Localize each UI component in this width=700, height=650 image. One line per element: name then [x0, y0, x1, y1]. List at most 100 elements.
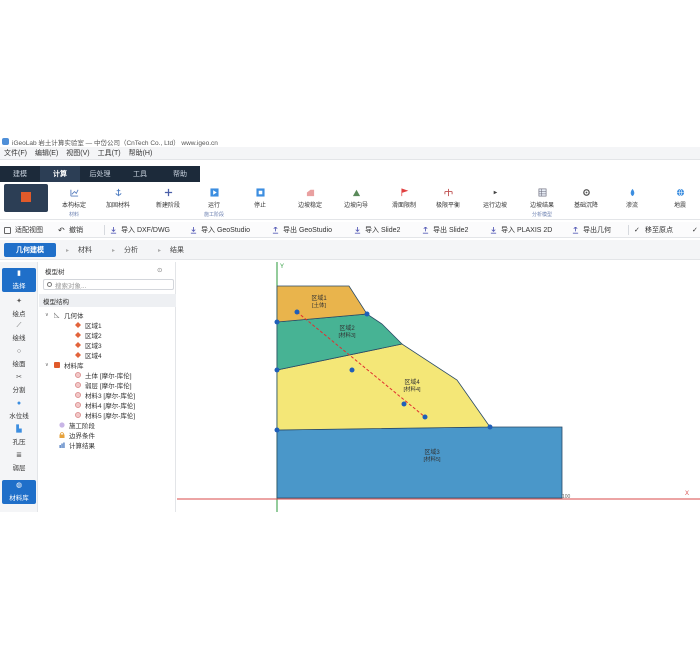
tree-node-material[interactable]: 材料3 [摩尔-库伦] — [75, 390, 135, 400]
import-dxf-button[interactable]: 导入 DXF/DWG — [104, 222, 170, 238]
limit-equilibrium-button[interactable]: 极限平衡 — [430, 185, 466, 219]
point-icon: ✦ — [16, 298, 22, 305]
select-icon: ▮ — [17, 270, 21, 277]
tree-node-results[interactable]: 计算结果 — [59, 440, 95, 450]
tool-weak-layer[interactable]: ≣ 弱层 — [2, 450, 36, 474]
tab-compute[interactable]: 计算 — [40, 166, 80, 182]
tool-water-line[interactable]: ● 水位线 — [2, 398, 36, 422]
reinforce-material-label: 加固材料 — [105, 203, 130, 209]
tree-node-region[interactable]: 区域1 — [75, 320, 102, 330]
slope-wizard-button[interactable]: 边坡向导 — [338, 185, 374, 219]
tool-pore-pressure[interactable]: ▙ 孔压 — [2, 424, 36, 448]
seepage-button[interactable]: 渗流 — [616, 185, 648, 219]
vertex-point[interactable] — [274, 427, 280, 433]
run-stage-button[interactable]: 运行 施工阶段 — [196, 185, 232, 219]
step-result[interactable]: ▸ 结果 — [158, 243, 184, 257]
step-arrow-icon: ▸ — [66, 247, 70, 254]
tab-help[interactable]: 帮助 — [160, 166, 200, 182]
tree-node-region[interactable]: 区域2 — [75, 330, 102, 340]
move-to-origin-label: 移至原点 — [645, 227, 673, 234]
import-geostudio-button[interactable]: 导入 GeoStudio — [190, 222, 250, 238]
tool-select[interactable]: ▮ 选择 — [2, 268, 36, 292]
step-analysis-label: 分析 — [124, 247, 138, 254]
calibrate-button[interactable]: 本构标定 材料 — [56, 185, 92, 219]
export-geometry-label: 导出几何 — [583, 227, 611, 234]
tool-split[interactable]: ✂ 分割 — [2, 372, 36, 396]
vertex-point[interactable] — [401, 401, 407, 407]
vertex-point[interactable] — [274, 319, 280, 325]
import-slide2-button[interactable]: 导入 Slide2 — [354, 222, 400, 238]
new-stage-button[interactable]: 新建阶段 — [150, 185, 186, 219]
app-logo-icon — [2, 138, 9, 145]
tool-draw-point[interactable]: ✦ 绘点 — [2, 296, 36, 320]
fit-view-button[interactable]: 适配视图 — [4, 222, 43, 238]
tool-weak-layer-label: 弱层 — [12, 465, 26, 472]
import-plaxis-button[interactable]: 导入 PLAXIS 2D — [490, 222, 552, 238]
vertex-point[interactable] — [349, 367, 355, 373]
run-slope-button[interactable]: 运行边坡 — [476, 185, 514, 219]
import-plaxis-label: 导入 PLAXIS 2D — [501, 227, 553, 234]
chart-icon — [69, 189, 79, 197]
slope-result-button[interactable]: 边坡结果 分析模型 — [522, 185, 562, 219]
tree-node-material[interactable]: 材料4 [摩尔-库伦] — [75, 400, 135, 410]
tree-label: 边界条件 — [69, 433, 95, 440]
tool-material-library[interactable]: ◍ 材料库 — [2, 480, 36, 504]
tree-node-region[interactable]: 区域4 — [75, 350, 102, 360]
move-to-origin-button[interactable]: ✓ 移至原点 — [628, 222, 673, 238]
region-2-name: 区域2 — [339, 324, 355, 332]
tool-draw-line[interactable]: ⟋ 绘线 — [2, 320, 36, 344]
palette-icon — [75, 402, 81, 408]
tree-search-input[interactable]: 搜索对象... — [43, 279, 174, 290]
tab-tools[interactable]: 工具 — [120, 166, 160, 182]
slip-limit-button[interactable]: 滑面限制 — [384, 185, 424, 219]
tree-node-construction-stage[interactable]: 施工阶段 — [59, 420, 95, 430]
menu-help[interactable]: 帮助(H) — [129, 148, 153, 158]
vertex-point[interactable] — [364, 311, 370, 317]
vertex-point[interactable] — [487, 424, 493, 430]
tree-node-material[interactable]: 弱层 [摩尔-库伦] — [75, 380, 132, 390]
tree-node-region[interactable]: 区域3 — [75, 340, 102, 350]
tree-label: 材料库 — [64, 363, 84, 370]
import-icon — [190, 226, 197, 234]
ribbon-main-button[interactable] — [4, 184, 48, 212]
step-geometry[interactable]: 几何建模 — [4, 243, 56, 257]
export-slide2-button[interactable]: 导出 Slide2 — [422, 222, 468, 238]
export-geometry-button[interactable]: 导出几何 — [572, 222, 611, 238]
tab-modeling[interactable]: 建模 — [0, 166, 40, 182]
more-check-button[interactable]: ✓ — [692, 222, 700, 238]
tab-postprocess[interactable]: 后处理 — [80, 166, 120, 182]
search-placeholder: 搜索对象... — [55, 282, 87, 290]
menu-edit[interactable]: 编辑(E) — [35, 148, 58, 158]
step-analysis[interactable]: ▸ 分析 — [112, 243, 138, 257]
menu-file[interactable]: 文件(F) — [4, 148, 27, 158]
undo-button[interactable]: ↶ 撤销 — [58, 222, 83, 238]
reinforce-material-button[interactable]: 加固材料 — [100, 185, 136, 219]
menu-view[interactable]: 视图(V) — [66, 148, 89, 158]
chevron-down-icon[interactable]: ∨ — [45, 362, 51, 368]
table-icon — [538, 188, 546, 197]
menu-tools[interactable]: 工具(T) — [98, 148, 121, 158]
import-slide2-label: 导入 Slide2 — [365, 227, 401, 234]
stop-button[interactable]: 停止 — [244, 185, 276, 219]
tool-draw-point-label: 绘点 — [12, 311, 26, 318]
foundation-settlement-button[interactable]: 基础沉降 — [568, 185, 604, 219]
vertex-point[interactable] — [294, 309, 300, 315]
tree-node-material-library[interactable]: ∨ 材料库 — [45, 360, 84, 370]
pin-icon[interactable]: ⊙ — [157, 266, 162, 274]
step-material[interactable]: ▸ 材料 — [66, 243, 92, 257]
model-canvas[interactable]: Y X 0 50 100 20 区域1 [土体] 区域2 [材料3] 区域4 [… — [177, 262, 700, 512]
chevron-down-icon[interactable]: ∨ — [45, 312, 51, 318]
export-geostudio-button[interactable]: 导出 GeoStudio — [272, 222, 332, 238]
vertex-point[interactable] — [422, 414, 428, 420]
tree-node-geometry[interactable]: ∨ 几何体 — [45, 310, 84, 320]
tree-node-material[interactable]: 土体 [摩尔-库伦] — [75, 370, 132, 380]
earthquake-button[interactable]: 地震 — [664, 185, 696, 219]
tree-node-boundary[interactable]: 边界条件 — [59, 430, 95, 440]
slope-stability-button[interactable]: 边坡稳定 — [292, 185, 328, 219]
tree-node-material[interactable]: 材料5 [摩尔-库伦] — [75, 410, 135, 420]
tool-draw-face[interactable]: ○ 绘面 — [2, 346, 36, 370]
vertex-point[interactable] — [274, 367, 280, 373]
model-drawing[interactable]: Y X 0 50 100 20 区域1 [土体] 区域2 [材料3] 区域4 [… — [177, 262, 700, 512]
region-3-shape[interactable] — [276, 426, 563, 499]
flag-icon — [400, 188, 408, 197]
